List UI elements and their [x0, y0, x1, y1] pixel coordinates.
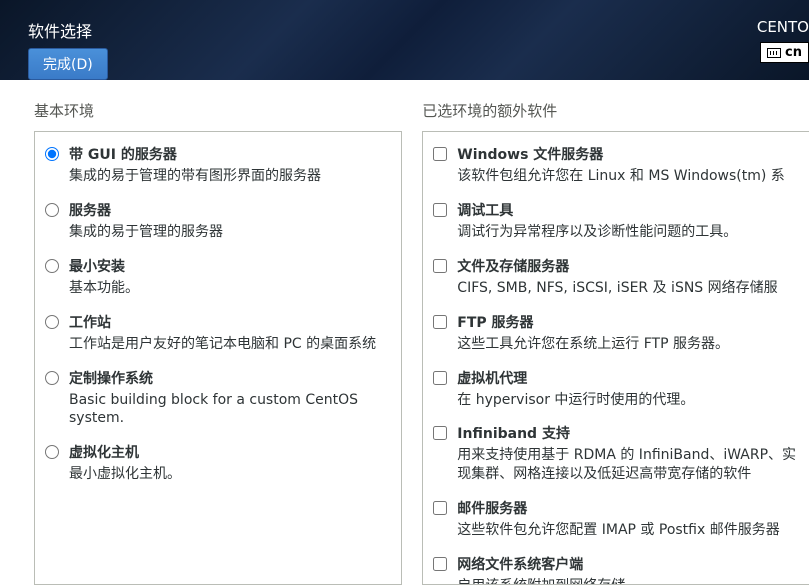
done-button[interactable]: 完成(D) — [28, 48, 108, 80]
header-left: 软件选择 完成(D) — [28, 18, 108, 80]
addon-body: Infiniband 支持用来支持使用基于 RDMA 的 InfiniBand、… — [457, 423, 799, 484]
addon-item-desc: 调试行为异常程序以及诊断性能问题的工具。 — [457, 223, 799, 242]
addon-item[interactable]: 邮件服务器这些软件包允许您配置 IMAP 或 Postfix 邮件服务器 — [423, 494, 809, 550]
base-env-column: 基本环境 带 GUI 的服务器集成的易于管理的带有图形界面的服务器服务器集成的易… — [34, 100, 402, 585]
addons-title: 已选环境的额外软件 — [422, 100, 809, 131]
base-env-item[interactable]: 虚拟化主机最小虚拟化主机。 — [35, 438, 401, 494]
base-env-body: 最小安装基本功能。 — [69, 256, 391, 298]
base-env-list[interactable]: 带 GUI 的服务器集成的易于管理的带有图形界面的服务器服务器集成的易于管理的服… — [34, 131, 402, 585]
addon-body: 虚拟机代理在 hypervisor 中运行时使用的代理。 — [457, 368, 799, 410]
addon-item-desc: 在 hypervisor 中运行时使用的代理。 — [457, 391, 799, 410]
base-env-body: 带 GUI 的服务器集成的易于管理的带有图形界面的服务器 — [69, 144, 391, 186]
addon-item[interactable]: 文件及存储服务器CIFS, SMB, NFS, iSCSI, iSER 及 iS… — [423, 252, 809, 308]
keyboard-indicator[interactable]: cn — [760, 42, 809, 63]
addon-item[interactable]: 调试工具调试行为异常程序以及诊断性能问题的工具。 — [423, 196, 809, 252]
base-env-item-desc: 基本功能。 — [69, 279, 391, 298]
addon-item-desc: 这些软件包允许您配置 IMAP 或 Postfix 邮件服务器 — [457, 521, 799, 540]
base-env-item-desc: 最小虚拟化主机。 — [69, 465, 391, 484]
addon-checkbox[interactable] — [433, 315, 447, 329]
base-env-radio[interactable] — [45, 203, 59, 217]
base-env-radio[interactable] — [45, 147, 59, 161]
header-bar: 软件选择 完成(D) CENTO cn — [0, 0, 809, 80]
addon-body: 调试工具调试行为异常程序以及诊断性能问题的工具。 — [457, 200, 799, 242]
base-env-item-title: 虚拟化主机 — [69, 442, 391, 465]
addons-column: 已选环境的额外软件 Windows 文件服务器该软件包组允许您在 Linux 和… — [422, 100, 809, 585]
addon-checkbox[interactable] — [433, 259, 447, 273]
addon-checkbox[interactable] — [433, 557, 447, 571]
base-env-item-title: 服务器 — [69, 200, 391, 223]
page-title: 软件选择 — [28, 18, 108, 42]
content-area: 基本环境 带 GUI 的服务器集成的易于管理的带有图形界面的服务器服务器集成的易… — [0, 80, 809, 585]
base-env-item[interactable]: 定制操作系统Basic building block for a custom … — [35, 364, 401, 439]
addons-list[interactable]: Windows 文件服务器该软件包组允许您在 Linux 和 MS Window… — [422, 131, 809, 585]
addon-item-title: 虚拟机代理 — [457, 368, 799, 391]
base-env-title: 基本环境 — [34, 100, 402, 131]
base-env-body: 定制操作系统Basic building block for a custom … — [69, 368, 391, 429]
base-env-body: 虚拟化主机最小虚拟化主机。 — [69, 442, 391, 484]
base-env-item-desc: 集成的易于管理的服务器 — [69, 223, 391, 242]
addon-body: 文件及存储服务器CIFS, SMB, NFS, iSCSI, iSER 及 iS… — [457, 256, 799, 298]
addon-checkbox[interactable] — [433, 426, 447, 440]
base-env-item[interactable]: 最小安装基本功能。 — [35, 252, 401, 308]
addon-item[interactable]: 网络文件系统客户端启用该系统附加到网络存储。 — [423, 550, 809, 585]
base-env-item-title: 带 GUI 的服务器 — [69, 144, 391, 167]
base-env-item-title: 最小安装 — [69, 256, 391, 279]
base-env-radio[interactable] — [45, 445, 59, 459]
keyboard-icon — [767, 48, 781, 58]
header-right: CENTO cn — [757, 18, 809, 63]
addon-checkbox[interactable] — [433, 147, 447, 161]
addon-body: FTP 服务器这些工具允许您在系统上运行 FTP 服务器。 — [457, 312, 799, 354]
addon-item-title: 网络文件系统客户端 — [457, 554, 799, 577]
base-env-item[interactable]: 工作站工作站是用户友好的笔记本电脑和 PC 的桌面系统 — [35, 308, 401, 364]
addon-body: 网络文件系统客户端启用该系统附加到网络存储。 — [457, 554, 799, 585]
base-env-item-title: 工作站 — [69, 312, 391, 335]
addon-item-desc: 该软件包组允许您在 Linux 和 MS Windows(tm) 系 — [457, 167, 799, 186]
addon-item[interactable]: Windows 文件服务器该软件包组允许您在 Linux 和 MS Window… — [423, 140, 809, 196]
base-env-item[interactable]: 带 GUI 的服务器集成的易于管理的带有图形界面的服务器 — [35, 140, 401, 196]
addon-item-title: Windows 文件服务器 — [457, 144, 799, 167]
addon-body: 邮件服务器这些软件包允许您配置 IMAP 或 Postfix 邮件服务器 — [457, 498, 799, 540]
base-env-radio[interactable] — [45, 371, 59, 385]
base-env-item-desc: 集成的易于管理的带有图形界面的服务器 — [69, 167, 391, 186]
addon-checkbox[interactable] — [433, 501, 447, 515]
base-env-item-title: 定制操作系统 — [69, 368, 391, 391]
addon-checkbox[interactable] — [433, 203, 447, 217]
addon-item-title: Infiniband 支持 — [457, 423, 799, 446]
addon-checkbox[interactable] — [433, 371, 447, 385]
base-env-body: 服务器集成的易于管理的服务器 — [69, 200, 391, 242]
addon-item[interactable]: 虚拟机代理在 hypervisor 中运行时使用的代理。 — [423, 364, 809, 420]
addon-item-desc: 用来支持使用基于 RDMA 的 InfiniBand、iWARP、实现集群、网格… — [457, 446, 799, 484]
addon-item[interactable]: FTP 服务器这些工具允许您在系统上运行 FTP 服务器。 — [423, 308, 809, 364]
base-env-item-desc: 工作站是用户友好的笔记本电脑和 PC 的桌面系统 — [69, 335, 391, 354]
addon-item-title: 调试工具 — [457, 200, 799, 223]
addon-item-title: 文件及存储服务器 — [457, 256, 799, 279]
base-env-radio[interactable] — [45, 259, 59, 273]
base-env-body: 工作站工作站是用户友好的笔记本电脑和 PC 的桌面系统 — [69, 312, 391, 354]
addon-item-title: 邮件服务器 — [457, 498, 799, 521]
addon-item-desc: 这些工具允许您在系统上运行 FTP 服务器。 — [457, 335, 799, 354]
addon-item-desc: 启用该系统附加到网络存储。 — [457, 577, 799, 585]
distro-label: CENTO — [757, 18, 809, 36]
addon-item-desc: CIFS, SMB, NFS, iSCSI, iSER 及 iSNS 网络存储服 — [457, 279, 799, 298]
addon-item-title: FTP 服务器 — [457, 312, 799, 335]
addon-item[interactable]: Infiniband 支持用来支持使用基于 RDMA 的 InfiniBand、… — [423, 419, 809, 494]
base-env-item[interactable]: 服务器集成的易于管理的服务器 — [35, 196, 401, 252]
base-env-radio[interactable] — [45, 315, 59, 329]
base-env-item-desc: Basic building block for a custom CentOS… — [69, 391, 391, 429]
keyboard-layout-label: cn — [785, 45, 802, 60]
addon-body: Windows 文件服务器该软件包组允许您在 Linux 和 MS Window… — [457, 144, 799, 186]
